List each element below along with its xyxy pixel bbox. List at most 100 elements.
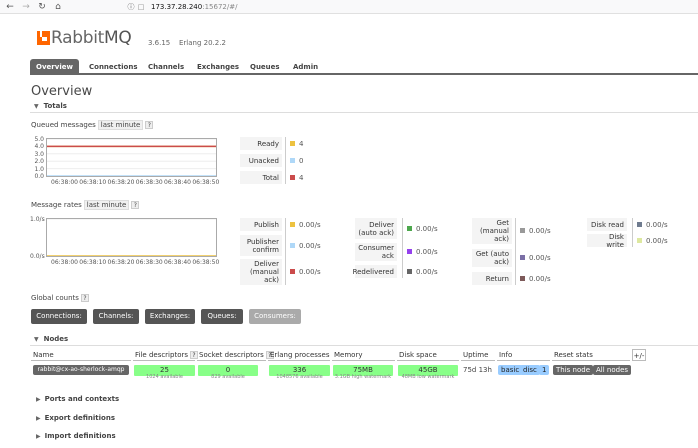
rabbitmq-logo[interactable]: RabbitMQ (37, 28, 132, 48)
erlang-version-label: Erlang 20.2.2 (179, 39, 226, 47)
stat-label-total: Total (240, 171, 282, 184)
totals-toggle[interactable]: ▼ Totals (34, 101, 67, 112)
rate-label-consumer-ack: Consumer ack (355, 243, 397, 261)
tab-overview[interactable]: Overview (30, 59, 79, 75)
col-header-uptime: Uptime (461, 349, 495, 361)
x-tick-label: 06:38:10 (79, 179, 107, 186)
url-path: :15672/#/ (202, 3, 238, 11)
export-definitions-label: Export definitions (44, 414, 116, 422)
col-header-reset-stats: Reset stats (552, 349, 630, 361)
connections-count-button[interactable]: Connections: 0 (31, 309, 87, 335)
consumers-count-button[interactable]: Consumers: 0 (249, 309, 301, 335)
rate-value-text: 0.00/s (416, 248, 438, 256)
x-tick-label: 06:38:50 (192, 179, 220, 186)
rate-value-redelivered: 0.00/s (407, 267, 438, 277)
x-tick-label: 06:38:40 (164, 259, 191, 266)
exchanges-count-button[interactable]: Exchanges: 9 (145, 309, 195, 335)
queued-messages-text: Queued messages (31, 121, 96, 129)
table-row: rabbit@cx-ao-sherlock-amqp (31, 363, 131, 378)
tab-channels[interactable]: Channels (143, 59, 184, 75)
x-tick-label: 06:38:40 (164, 179, 191, 186)
info-icon[interactable]: ⓘ (127, 1, 135, 13)
rate-value-disk-write: 0.00/s (637, 236, 668, 246)
divider (402, 218, 403, 278)
info-basic-badge: basic (498, 365, 523, 375)
rate-label-return: Return (472, 272, 512, 285)
y-tick-label: 1.0 (34, 165, 44, 173)
rate-value-text: 0.00/s (416, 224, 438, 233)
queued-range-selector[interactable]: last minute (97, 120, 144, 130)
col-header-file-descriptors-text: File descriptors (135, 351, 189, 359)
col-header-socket-descriptors-text: Socket descriptors (199, 351, 264, 359)
channels-count-button[interactable]: Channels: 0 (93, 309, 139, 335)
x-tick-label: 06:38:50 (192, 259, 220, 266)
stat-value-text: 4 (299, 174, 304, 182)
memory-watermark: 3.1GB high watermark (334, 374, 392, 380)
rate-value-text: 0.00/s (646, 236, 668, 245)
rate-value-text: 0.00/s (299, 268, 321, 276)
queues-count-button[interactable]: Queues: 2 (201, 309, 243, 335)
tab-connections[interactable]: Connections (84, 59, 140, 75)
rate-value-text: 0.00/s (299, 241, 321, 250)
legend-swatch (290, 158, 295, 163)
nodes-toggle[interactable]: ▼ Nodes (34, 334, 68, 345)
x-tick-label: 06:38:00 (51, 179, 78, 186)
x-tick-label: 06:38:10 (79, 259, 107, 266)
columns-toggle-button[interactable]: +/- (632, 349, 646, 361)
help-icon[interactable]: ? (131, 201, 140, 209)
y-tick-label: 0.0 (34, 173, 44, 180)
queued-messages-chart (46, 138, 217, 177)
node-name-link[interactable]: rabbit@cx-ao-sherlock-amqp (33, 365, 129, 375)
uptime-value: 75d 13h (463, 366, 492, 374)
stat-value-ready: 4 (290, 139, 303, 149)
rate-value-return: 0.00/s (520, 274, 551, 284)
help-icon[interactable]: ? (80, 294, 89, 302)
legend-swatch (407, 249, 412, 254)
message-rates-text: Message rates (31, 201, 82, 209)
lock-icon: □ (137, 3, 145, 11)
divider (285, 218, 286, 285)
rate-value-get-auto-ack: 0.00/s (520, 253, 551, 263)
info-count-badge: 1 (539, 365, 550, 375)
divider (30, 112, 698, 113)
legend-swatch (290, 175, 295, 180)
rate-value-text: 0.00/s (299, 220, 321, 229)
col-header-name: Name (31, 349, 131, 361)
triangle-right-icon: ▶ (36, 396, 41, 403)
tab-queues[interactable]: Queues (245, 59, 280, 75)
queued-messages-chart-svg (47, 139, 216, 176)
reset-this-node-button[interactable]: This node (553, 365, 593, 375)
tab-admin[interactable]: Admin (288, 59, 318, 75)
reload-icon[interactable]: ↻ (36, 1, 48, 13)
url-host: 173.37.28.240 (151, 3, 203, 11)
logo-text-prefix: Rabbit (51, 28, 105, 48)
help-icon[interactable]: ? (145, 121, 154, 129)
version-label: 3.6.15 (148, 39, 171, 47)
url-bar[interactable]: 173.37.28.240:15672/#/ (151, 2, 237, 12)
import-definitions-toggle[interactable]: ▶ Import definitions (36, 431, 116, 442)
reset-all-nodes-button[interactable]: All nodes (593, 365, 632, 375)
rates-range-selector[interactable]: last minute (83, 200, 130, 210)
message-rates-chart (46, 218, 217, 257)
rabbitmq-logo-icon (37, 31, 50, 45)
legend-swatch (290, 141, 295, 146)
arrow-right-icon[interactable]: → (20, 1, 32, 13)
legend-swatch (637, 237, 642, 243)
y-tick-label: 4.0 (34, 143, 44, 151)
home-icon[interactable]: ⌂ (52, 1, 64, 13)
triangle-down-icon: ▼ (34, 336, 39, 343)
arrow-left-icon[interactable]: ← (4, 1, 16, 13)
col-header-socket-descriptors: Socket descriptors? (197, 349, 274, 361)
global-counts-label: Global counts? (31, 293, 89, 303)
export-definitions-toggle[interactable]: ▶ Export definitions (36, 413, 115, 424)
tab-exchanges[interactable]: Exchanges (192, 59, 239, 75)
stat-value-unacked: 0 (290, 156, 303, 166)
logo-text-suffix: MQ (104, 28, 132, 48)
col-header-memory: Memory (332, 349, 395, 361)
ports-and-contexts-toggle[interactable]: ▶ Ports and contexts (36, 394, 119, 405)
rate-value-publish: 0.00/s (290, 220, 321, 230)
x-tick-label: 06:38:20 (107, 179, 135, 186)
legend-swatch (290, 221, 295, 227)
import-definitions-label: Import definitions (44, 432, 116, 440)
rate-value-deliver-manual-ack: 0.00/s (290, 267, 321, 277)
